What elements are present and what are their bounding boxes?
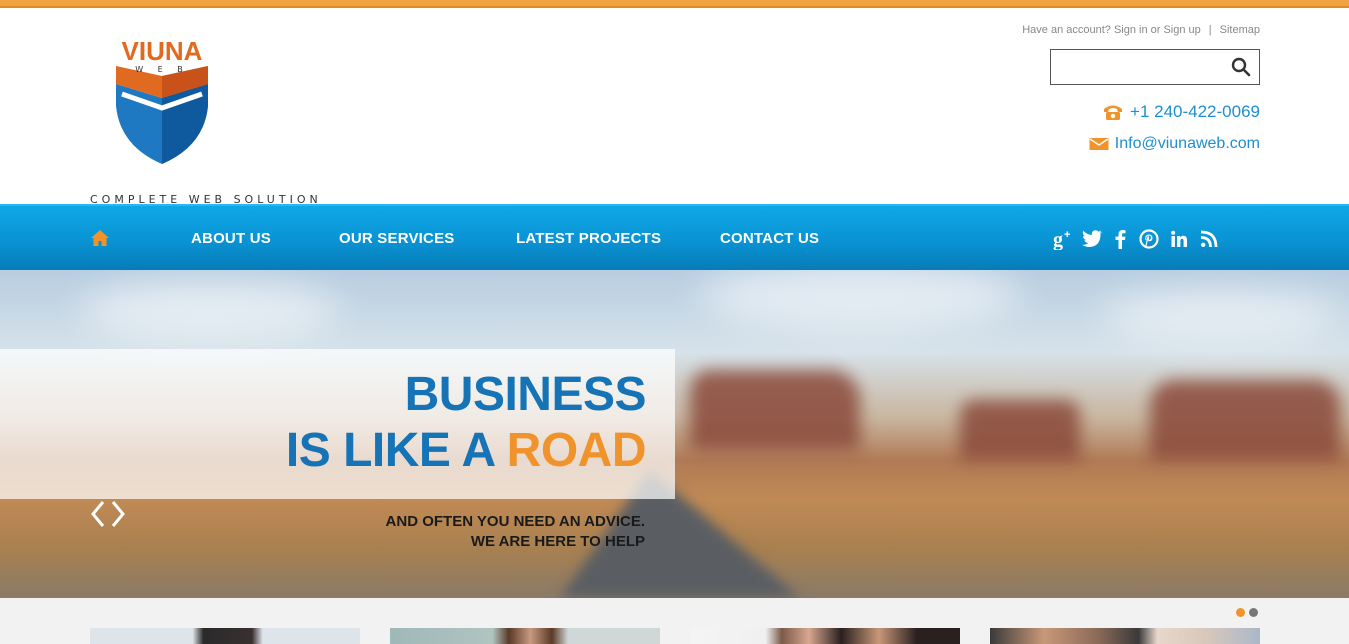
hero-cloud: [1100, 290, 1340, 340]
linkedin-icon[interactable]: [1168, 228, 1190, 250]
search-icon[interactable]: [1231, 57, 1251, 77]
top-accent-stripe: [0, 0, 1349, 8]
main-navigation: ABOUT US OUR SERVICES LATEST PROJECTS CO…: [0, 204, 1349, 270]
logo-shield-icon: VIUNA W E B: [116, 36, 208, 164]
pinterest-icon[interactable]: [1138, 228, 1160, 250]
nav-about-us[interactable]: ABOUT US: [191, 230, 271, 247]
hero-mesa: [1150, 380, 1340, 460]
team-photo-4[interactable]: [990, 628, 1260, 644]
logo-wordmark: VIUNA: [122, 36, 203, 66]
nav-latest-projects[interactable]: LATEST PROJECTS: [516, 230, 661, 247]
facebook-icon[interactable]: [1109, 228, 1131, 250]
site-header: VIUNA W E B COMPLETE WEB SOLUTION Have a…: [0, 8, 1349, 206]
rss-icon[interactable]: [1198, 228, 1220, 250]
search-box: [1050, 49, 1260, 85]
hero-subcaption: AND OFTEN YOU NEED AN ADVICE. WE ARE HER…: [386, 512, 645, 552]
chevron-right-icon[interactable]: [110, 500, 126, 528]
hero-slider: BUSINESS IS LIKE A ROAD AND OFTEN YOU NE…: [0, 270, 1349, 598]
hero-headline-accent: ROAD: [506, 424, 647, 477]
phone-contact: +1 240-422-0069: [1102, 102, 1260, 122]
google-plus-icon[interactable]: g +: [1052, 228, 1074, 250]
twitter-icon[interactable]: [1081, 228, 1103, 250]
nav-contact-us[interactable]: CONTACT US: [720, 230, 819, 247]
chevron-left-icon[interactable]: [90, 500, 106, 528]
search-input[interactable]: [1057, 56, 1217, 78]
hero-mesa: [960, 400, 1080, 460]
logo-sub-wordmark: W E B: [135, 65, 189, 74]
sitemap-link[interactable]: Sitemap: [1220, 24, 1260, 36]
slider-pagination: [1236, 608, 1258, 617]
account-links: Have an account? Sign in or Sign up | Site…: [1022, 24, 1260, 36]
hero-headline-start: IS LIKE A: [285, 424, 507, 477]
team-photo-3[interactable]: [690, 628, 960, 644]
nav-our-services[interactable]: OUR SERVICES: [339, 230, 455, 247]
phone-icon: [1104, 105, 1123, 120]
slider-dot-active[interactable]: [1236, 608, 1245, 617]
hero-headline-line1: BUSINESS: [404, 368, 647, 421]
slider-arrows: [90, 500, 126, 528]
svg-text:+: +: [1064, 229, 1070, 241]
account-separator: |: [1208, 24, 1212, 36]
phone-number[interactable]: +1 240-422-0069: [1130, 102, 1260, 122]
site-logo[interactable]: VIUNA W E B COMPLETE WEB SOLUTION: [90, 36, 330, 206]
sign-in-link[interactable]: Have an account? Sign in or Sign up: [1022, 24, 1201, 36]
hero-headline-line2: IS LIKE A ROAD: [285, 423, 647, 478]
hero-cloud: [80, 280, 340, 340]
hero-cloud: [700, 270, 1020, 330]
team-photo-1[interactable]: [90, 628, 360, 644]
team-photo-2[interactable]: [390, 628, 660, 644]
hero-subcaption-line2: WE ARE HERE TO HELP: [470, 533, 645, 550]
email-address[interactable]: Info@viunaweb.com: [1115, 135, 1260, 153]
svg-text:g: g: [1053, 229, 1063, 250]
slider-dot[interactable]: [1249, 608, 1258, 617]
home-icon[interactable]: [90, 229, 110, 247]
envelope-icon: [1089, 138, 1109, 150]
hero-caption-box: BUSINESS IS LIKE A ROAD: [0, 349, 675, 499]
hero-subcaption-line1: AND OFTEN YOU NEED AN ADVICE.: [385, 513, 645, 530]
email-contact: Info@viunaweb.com: [1089, 135, 1260, 153]
hero-mesa: [690, 370, 860, 450]
